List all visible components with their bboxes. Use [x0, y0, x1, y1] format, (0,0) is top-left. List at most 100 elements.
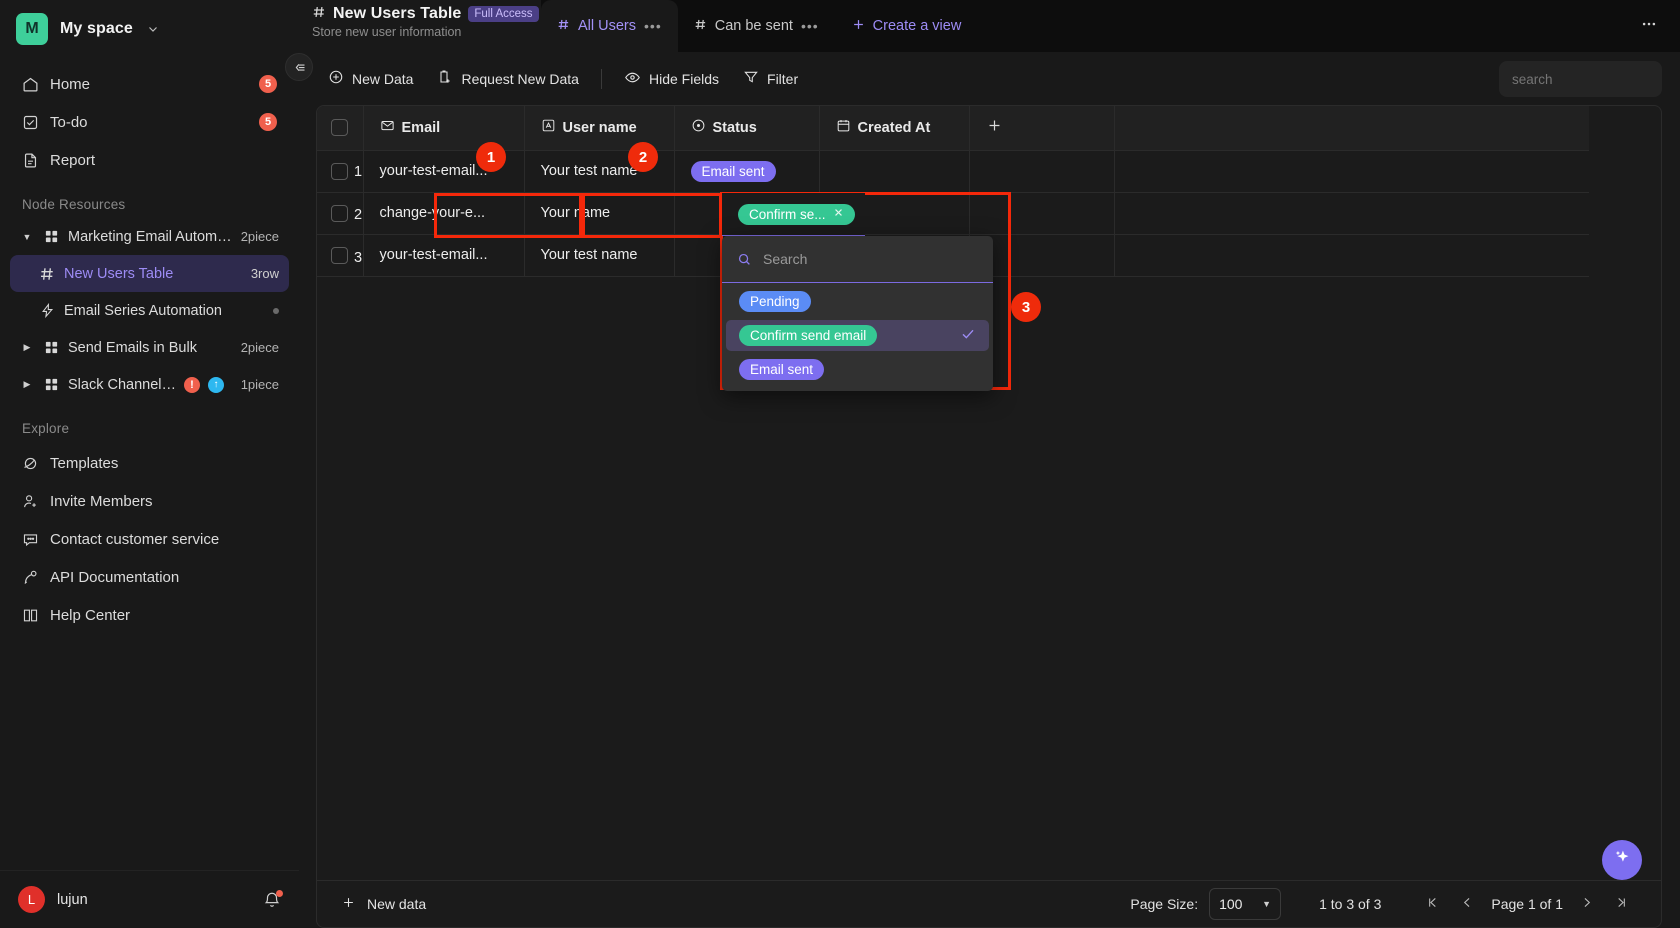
- row-select-cell: [317, 192, 364, 235]
- last-page-icon[interactable]: [1604, 895, 1639, 913]
- tree-item-new-users-table[interactable]: New Users Table 3row: [10, 255, 289, 292]
- collapse-sidebar-icon[interactable]: [285, 53, 313, 81]
- new-data-label: New Data: [352, 70, 414, 87]
- cell-text: Your test name: [540, 247, 638, 263]
- single-select-icon: [691, 118, 706, 137]
- tree-item-meta: 2piece: [240, 340, 279, 355]
- page-size-select[interactable]: 100 ▼: [1209, 888, 1282, 920]
- row-checkbox[interactable]: [331, 204, 348, 222]
- annotation-marker-2: 2: [628, 142, 658, 172]
- tab-more-icon[interactable]: •••: [644, 18, 662, 34]
- dropdown-option-email-sent[interactable]: Email sent: [726, 354, 989, 385]
- sidebar-item-templates[interactable]: Templates: [10, 444, 289, 482]
- sidebar-item-home[interactable]: Home 5: [10, 65, 289, 103]
- column-header-email[interactable]: Email: [363, 106, 525, 151]
- table-footer: New data Page Size: 100 ▼ 1 to 3 of 3 Pa…: [316, 880, 1662, 928]
- hide-fields-button[interactable]: Hide Fields: [612, 62, 731, 96]
- explore-nav: Templates Invite Members Contact custome…: [0, 442, 299, 634]
- space-switcher[interactable]: M My space: [0, 0, 299, 55]
- cell-created-at[interactable]: [819, 150, 970, 193]
- dropdown-search-row[interactable]: Search: [722, 236, 993, 283]
- dropdown-option-pending[interactable]: Pending: [726, 286, 989, 317]
- warning-icon: !: [184, 376, 200, 393]
- column-label: Created At: [857, 119, 931, 136]
- sidebar-item-help-center[interactable]: Help Center: [10, 596, 289, 634]
- tab-more-icon[interactable]: •••: [801, 18, 819, 34]
- close-icon[interactable]: [833, 207, 844, 221]
- tree-item-marketing-email-automation[interactable]: ▼ Marketing Email Automa... 2piece: [10, 218, 289, 255]
- tab-can-be-sent[interactable]: Can be sent •••: [678, 0, 835, 52]
- select-all-checkbox[interactable]: [331, 119, 348, 137]
- cell-status[interactable]: Email sent: [674, 150, 820, 193]
- space-avatar: M: [16, 13, 48, 45]
- sidebar-item-report[interactable]: Report: [10, 141, 289, 179]
- sidebar: M My space Home 5 To-do 5 Report Node Re…: [0, 0, 313, 928]
- row-checkbox[interactable]: [331, 246, 348, 264]
- option-badge: Confirm send email: [739, 325, 878, 346]
- range-text: 1 to 3 of 3: [1319, 896, 1382, 912]
- table-row[interactable]: change-your-e... Your name: [317, 192, 1589, 235]
- annotation-marker-3: 3: [1011, 292, 1041, 322]
- column-header-user-name[interactable]: User name: [524, 106, 675, 151]
- cell-extra: [969, 150, 1115, 193]
- selected-status-chip[interactable]: Confirm se...: [738, 203, 855, 225]
- new-data-footer-button[interactable]: New data: [317, 895, 426, 913]
- filter-button[interactable]: Filter: [731, 62, 810, 95]
- status-options-dropdown[interactable]: Search Pending Confirm send email Email …: [722, 236, 993, 391]
- main-area: New Users Table Full Access Store new us…: [299, 0, 1680, 928]
- sidebar-item-label: Help Center: [50, 606, 131, 624]
- check-icon: [960, 326, 976, 346]
- twisty-collapsed-icon[interactable]: ▶: [20, 342, 34, 353]
- column-header-created-at[interactable]: Created At: [819, 106, 970, 151]
- create-a-view-button[interactable]: Create a view: [835, 0, 978, 52]
- table-toolbar: New Data Request New Data Hide Fields Fi…: [299, 52, 1680, 105]
- page-title: New Users Table: [333, 5, 462, 22]
- topbar: New Users Table Full Access Store new us…: [299, 0, 1680, 52]
- checkbox-icon: [22, 114, 39, 131]
- tree-item-slack-channel[interactable]: ▶ Slack Channel S... ! ↑ 1piece: [10, 366, 289, 403]
- sidebar-item-todo[interactable]: To-do 5: [10, 103, 289, 141]
- status-cell-editor[interactable]: Confirm se...: [722, 193, 865, 236]
- new-data-button[interactable]: New Data: [316, 62, 425, 95]
- column-header-status[interactable]: Status: [674, 106, 820, 151]
- cell-empty: [1114, 192, 1589, 235]
- ai-assistant-button[interactable]: [1602, 840, 1642, 880]
- user-bar[interactable]: L lujun: [0, 870, 299, 928]
- tab-all-users[interactable]: All Users •••: [541, 0, 678, 52]
- tree-item-email-series-automation[interactable]: Email Series Automation: [10, 292, 289, 329]
- cell-email[interactable]: change-your-e...: [363, 192, 525, 235]
- table-row[interactable]: your-test-email... Your test name Email …: [317, 150, 1589, 193]
- request-new-data-button[interactable]: Request New Data: [425, 62, 591, 95]
- dropdown-option-confirm-send-email[interactable]: Confirm send email: [726, 320, 989, 351]
- sidebar-item-contact-customer-service[interactable]: Contact customer service: [10, 520, 289, 558]
- row-checkbox[interactable]: [331, 162, 348, 180]
- cell-email[interactable]: your-test-email...: [363, 234, 525, 277]
- sidebar-item-api-documentation[interactable]: API Documentation: [10, 558, 289, 596]
- more-horizontal-icon[interactable]: [1634, 15, 1664, 38]
- next-page-icon[interactable]: [1569, 895, 1604, 913]
- tree-item-send-emails-in-bulk[interactable]: ▶ Send Emails in Bulk 2piece: [10, 329, 289, 366]
- chat-icon: [22, 531, 39, 548]
- cell-text: Your name: [540, 205, 611, 221]
- grid-icon: [42, 377, 60, 392]
- sidebar-item-invite-members[interactable]: Invite Members: [10, 482, 289, 520]
- new-data-footer-label: New data: [367, 896, 427, 912]
- add-column-header[interactable]: [969, 106, 1115, 151]
- sidebar-item-label: To-do: [50, 113, 88, 131]
- hash-icon: [312, 5, 326, 23]
- sidebar-item-label: Templates: [50, 454, 119, 472]
- twisty-expanded-icon[interactable]: ▼: [20, 232, 34, 242]
- bell-icon[interactable]: [263, 889, 283, 909]
- first-page-icon[interactable]: [1415, 895, 1450, 913]
- lightning-icon: [38, 303, 56, 318]
- plus-icon[interactable]: [986, 118, 1003, 138]
- cell-text: your-test-email...: [379, 247, 488, 263]
- cell-user-name[interactable]: Your name: [524, 192, 675, 235]
- grid-icon: [42, 229, 60, 244]
- section-node-resources: Node Resources: [22, 197, 126, 212]
- cell-user-name[interactable]: Your test name: [524, 234, 675, 277]
- prev-page-icon[interactable]: [1450, 895, 1485, 913]
- user-name: lujun: [57, 891, 88, 908]
- search-input[interactable]: [1499, 61, 1662, 97]
- twisty-collapsed-icon[interactable]: ▶: [20, 379, 34, 390]
